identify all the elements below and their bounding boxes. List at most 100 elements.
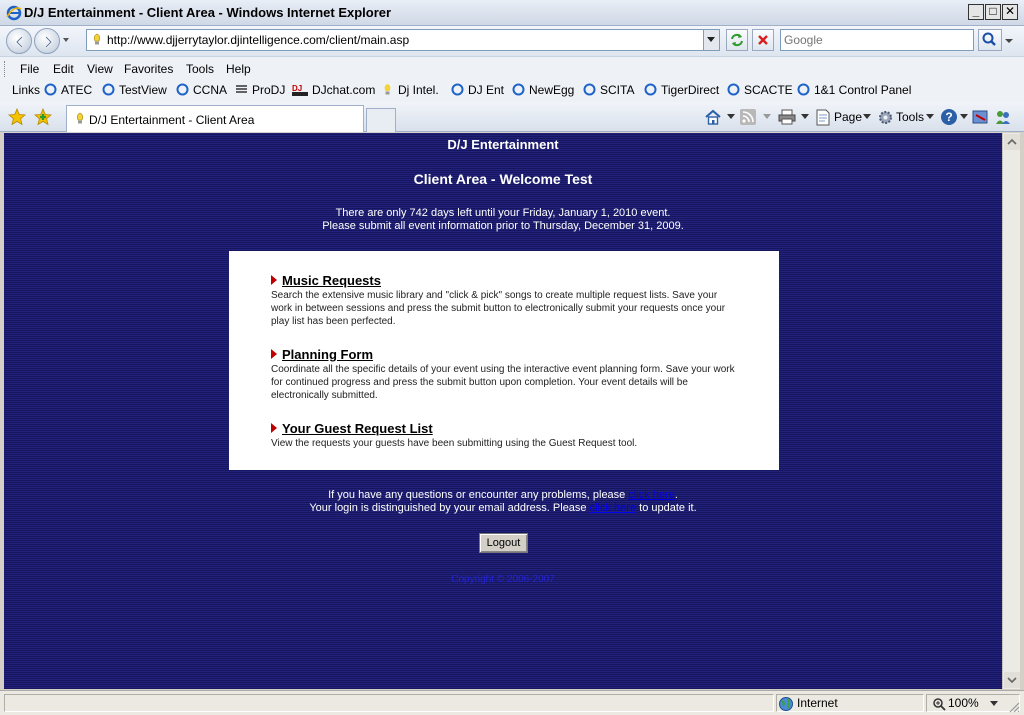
- stop-button[interactable]: [752, 29, 774, 51]
- guest-request-link[interactable]: Your Guest Request List: [271, 421, 741, 436]
- help-login-text: Your login is distinguished by your emai…: [309, 502, 587, 514]
- home-icon[interactable]: [704, 109, 722, 125]
- link-scacte[interactable]: SCACTE: [727, 83, 793, 97]
- search-box[interactable]: [780, 29, 974, 51]
- chevron-down-icon[interactable]: [727, 114, 735, 120]
- toolbar-grip[interactable]: [4, 61, 7, 77]
- search-options-dropdown-icon[interactable]: [1004, 36, 1014, 46]
- link-scita[interactable]: SCITA: [583, 83, 634, 97]
- link-label: ProDJ: [252, 83, 286, 97]
- gear-icon[interactable]: [877, 109, 894, 126]
- feeds-icon[interactable]: [740, 109, 756, 125]
- page-menu-label[interactable]: Page: [834, 110, 862, 124]
- add-favorite-icon[interactable]: [34, 108, 52, 126]
- link-label: TigerDirect: [661, 83, 720, 97]
- help-icon[interactable]: ?: [940, 108, 958, 126]
- back-arrow-icon: [15, 36, 23, 48]
- print-icon[interactable]: [778, 109, 796, 125]
- maximize-button[interactable]: □: [985, 4, 1001, 20]
- zoom-magnifier-icon: [933, 698, 946, 711]
- help-contact-period: .: [674, 489, 678, 501]
- guest-request-title[interactable]: Your Guest Request List: [282, 421, 433, 436]
- refresh-icon: [731, 33, 743, 47]
- recent-pages-dropdown-icon[interactable]: [62, 36, 70, 44]
- music-requests-section: Music Requests Search the extensive musi…: [271, 273, 741, 328]
- link-tigerdirect[interactable]: TigerDirect: [644, 83, 719, 97]
- menu-help[interactable]: Help: [226, 62, 251, 76]
- search-button[interactable]: [978, 29, 1002, 51]
- url-text[interactable]: http://www.djjerrytaylor.djintelligence.…: [107, 33, 409, 47]
- ie-page-icon: [44, 83, 57, 96]
- minimize-button[interactable]: _: [968, 4, 984, 20]
- vertical-scrollbar[interactable]: [1002, 133, 1020, 689]
- refresh-button[interactable]: [726, 29, 748, 51]
- research-icon[interactable]: [972, 108, 990, 126]
- messenger-icon[interactable]: [994, 108, 1012, 126]
- link-1and1-control-panel[interactable]: 1&1 Control Panel: [797, 83, 911, 97]
- chevron-down-icon[interactable]: [990, 701, 998, 707]
- links-bar: Links ATEC TestView CCNA ProDJ DJ DJchat.…: [0, 80, 1024, 102]
- link-testview[interactable]: TestView: [102, 83, 167, 97]
- ie-page-icon: [512, 83, 525, 96]
- music-requests-title[interactable]: Music Requests: [282, 273, 381, 288]
- chevron-down-icon[interactable]: [763, 114, 771, 120]
- contact-click-here-link[interactable]: click here: [628, 489, 674, 501]
- chevron-down-icon[interactable]: [863, 114, 871, 120]
- link-label: CCNA: [193, 83, 228, 97]
- menu-favorites[interactable]: Favorites: [124, 62, 173, 76]
- resize-grip-icon[interactable]: [1006, 699, 1020, 713]
- page-menu-icon[interactable]: [815, 109, 831, 126]
- update-email-click-here-link[interactable]: click here: [590, 502, 636, 514]
- forward-button[interactable]: [34, 28, 60, 54]
- address-bar[interactable]: http://www.djjerrytaylor.djintelligence.…: [86, 29, 720, 51]
- menu-file[interactable]: File: [20, 62, 39, 76]
- planning-form-title[interactable]: Planning Form: [282, 347, 373, 362]
- welcome-heading: Client Area - Welcome Test: [413, 171, 593, 187]
- planning-form-description: Coordinate all the specific details of y…: [271, 364, 735, 401]
- djzone-icon: DJ: [292, 84, 308, 96]
- link-atec[interactable]: ATEC: [44, 83, 92, 97]
- favorites-star-icon[interactable]: [8, 108, 26, 126]
- links-label: Links: [12, 83, 41, 97]
- menu-bar: File Edit View Favorites Tools Help: [0, 56, 1024, 80]
- ie-page-icon: [797, 83, 810, 96]
- prodj-icon: [236, 85, 247, 93]
- scroll-down-button[interactable]: [1004, 672, 1020, 688]
- back-button[interactable]: [6, 28, 32, 54]
- days-left-text: There are only 742 days left until your …: [335, 207, 671, 219]
- search-input[interactable]: [781, 30, 971, 50]
- link-dj-ent[interactable]: DJ Ent: [451, 83, 504, 97]
- tools-menu-label[interactable]: Tools: [896, 110, 924, 124]
- music-requests-link[interactable]: Music Requests: [271, 273, 741, 288]
- menu-tools[interactable]: Tools: [186, 62, 214, 76]
- chevron-down-icon[interactable]: [926, 114, 934, 120]
- site-title: D/J Entertainment: [447, 137, 559, 152]
- chevron-down-icon[interactable]: [801, 114, 809, 120]
- menu-edit[interactable]: Edit: [53, 62, 74, 76]
- chevron-down-icon: [707, 37, 715, 42]
- link-dj-intel[interactable]: Dj Intel.: [381, 83, 439, 97]
- close-button[interactable]: ✕: [1002, 4, 1018, 20]
- help-line-login: Your login is distinguished by your emai…: [4, 502, 1002, 515]
- event-countdown: There are only 742 days left until your …: [4, 207, 1002, 233]
- zoom-level[interactable]: 100%: [948, 696, 979, 710]
- address-dropdown-button[interactable]: [703, 30, 719, 50]
- scroll-up-button[interactable]: [1004, 134, 1020, 150]
- ie-page-icon: [644, 83, 657, 96]
- chevron-down-icon[interactable]: [960, 114, 968, 120]
- music-requests-description: Search the extensive music library and "…: [271, 290, 726, 327]
- link-newegg[interactable]: NewEgg: [512, 83, 574, 97]
- forward-arrow-icon: [45, 36, 53, 48]
- menu-view[interactable]: View: [87, 62, 113, 76]
- link-djchat[interactable]: DJ DJchat.com: [292, 83, 375, 97]
- link-ccna[interactable]: CCNA: [176, 83, 227, 97]
- help-text: If you have any questions or encounter a…: [4, 489, 1002, 515]
- stop-icon: [758, 35, 768, 45]
- tab-active[interactable]: D/J Entertainment - Client Area: [66, 105, 364, 132]
- status-message-area: [4, 694, 774, 712]
- logout-button[interactable]: Logout: [479, 533, 528, 553]
- planning-form-link[interactable]: Planning Form: [271, 347, 741, 362]
- link-prodj[interactable]: ProDJ: [235, 83, 285, 97]
- status-bar: Internet 100%: [0, 690, 1024, 715]
- new-tab-button[interactable]: [366, 108, 396, 132]
